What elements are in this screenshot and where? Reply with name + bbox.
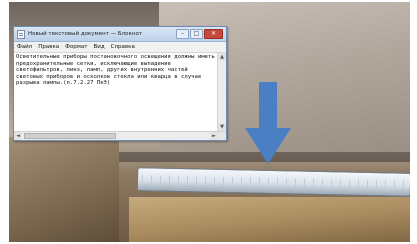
close-button[interactable]: ✕ xyxy=(204,29,223,39)
scroll-up-icon[interactable]: ▲ xyxy=(218,53,226,61)
menu-format[interactable]: Формат xyxy=(65,44,87,50)
scroll-left-icon[interactable]: ◄ xyxy=(14,132,22,140)
menu-help[interactable]: Справка xyxy=(111,44,135,50)
menu-file[interactable]: Файл xyxy=(17,44,32,50)
scroll-thumb[interactable] xyxy=(24,133,116,139)
light-fixture xyxy=(136,167,410,197)
scroll-down-icon[interactable]: ▼ xyxy=(218,123,226,131)
wooden-beam xyxy=(9,137,119,242)
down-arrow-icon xyxy=(245,82,291,164)
horizontal-scrollbar[interactable]: ◄ ► xyxy=(14,132,226,140)
menu-edit[interactable]: Правка xyxy=(38,44,59,50)
text-editor[interactable]: Осветительные приборы постановочного осв… xyxy=(14,53,217,131)
menu-view[interactable]: Вид xyxy=(93,44,104,50)
notepad-window: Новый текстовый документ — Блокнот – □ ✕… xyxy=(13,26,227,141)
window-title: Новый текстовый документ — Блокнот xyxy=(28,31,143,37)
minimize-button[interactable]: – xyxy=(176,29,189,39)
editor-area: Осветительные приборы постановочного осв… xyxy=(14,53,226,132)
title-bar[interactable]: Новый текстовый документ — Блокнот – □ ✕ xyxy=(14,27,226,42)
protective-grid xyxy=(141,175,407,190)
menu-bar: Файл Правка Формат Вид Справка xyxy=(14,42,226,53)
resize-grip[interactable] xyxy=(218,132,226,140)
maximize-button[interactable]: □ xyxy=(190,29,203,39)
window-controls: – □ ✕ xyxy=(176,29,223,39)
scroll-right-icon[interactable]: ► xyxy=(210,132,218,140)
vertical-scrollbar[interactable]: ▲ ▼ xyxy=(217,53,226,131)
notepad-icon xyxy=(17,29,25,39)
wooden-board xyxy=(129,197,410,242)
scroll-track[interactable] xyxy=(22,132,210,140)
